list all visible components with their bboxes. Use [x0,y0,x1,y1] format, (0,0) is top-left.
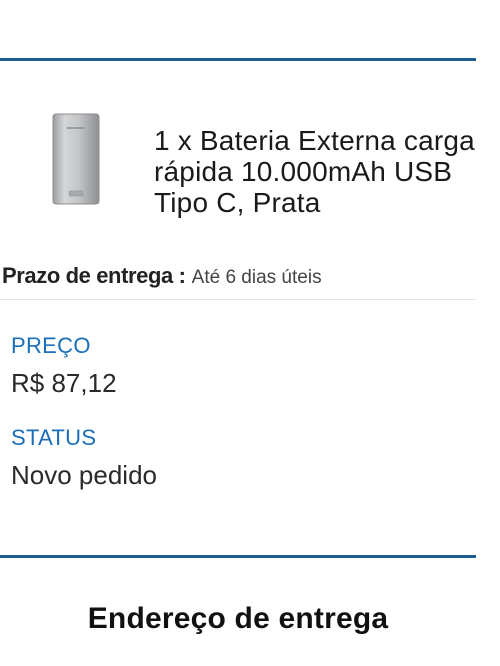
delivery-value: Até 6 dias úteis [191,267,322,288]
status-label: STATUS [11,425,97,450]
price-value: R$ 87,12 [11,368,117,398]
product-image [52,113,100,205]
divider [0,299,476,300]
delivery-label: Prazo de entrega : [2,263,186,288]
section-divider-bottom [0,555,476,558]
delivery-address-heading: Endereço de entrega [87,602,389,635]
delivery-estimate: Prazo de entrega : Até 6 dias úteis [2,262,322,292]
power-bank-icon [52,113,100,205]
product-title: 1 x Bateria Externa carga rápida 10.000m… [154,125,475,218]
section-divider-top [0,58,476,61]
status-value: Novo pedido [11,460,157,490]
price-label: PREÇO [11,333,91,358]
